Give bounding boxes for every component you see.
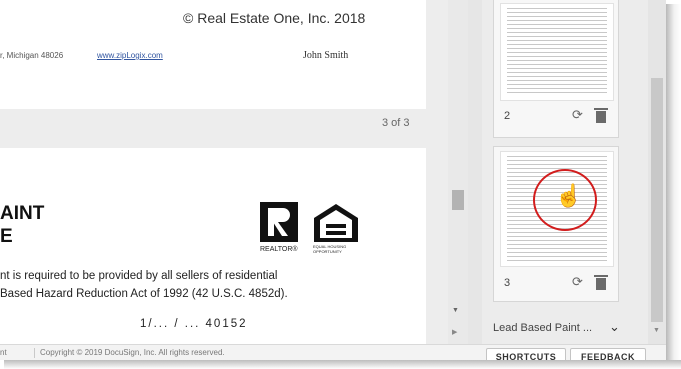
document-heading-line-2: E — [0, 226, 13, 247]
page-thumbnail-2[interactable]: 2 ⟳ — [493, 0, 619, 138]
thumbnail-page-number: 2 — [504, 110, 511, 122]
document-body-line-3: 1/... / ... 40152 — [140, 318, 248, 330]
document-select-dropdown[interactable]: Lead Based Paint ... ⌄ — [486, 318, 626, 338]
scroll-down-arrow-icon[interactable]: ▼ — [452, 307, 459, 314]
thumbnail-text-lines — [507, 8, 607, 96]
document-heading-line-1: AINT — [0, 203, 45, 224]
thumbnails-scrollbar-thumb[interactable] — [651, 78, 663, 322]
chevron-down-icon[interactable]: ⌄ — [609, 319, 620, 335]
trash-icon[interactable] — [594, 275, 608, 290]
document-body-line-1: nt is required to be provided by all sel… — [0, 270, 278, 282]
page-copyright: © Real Estate One, Inc. 2018 — [183, 10, 366, 26]
window-shadow-bottom — [4, 360, 681, 369]
window-shadow-right — [666, 4, 681, 369]
rotate-page-icon[interactable]: ⟳ — [572, 274, 583, 290]
footer-divider — [34, 348, 35, 358]
hand-pointer-icon: ☝ — [555, 183, 583, 208]
agent-name: John Smith — [303, 50, 349, 61]
page-thumbnail-3[interactable]: ☝ 3 ⟳ — [493, 146, 619, 302]
document-scrollbar[interactable]: ▼ — [448, 0, 468, 344]
feedback-button[interactable]: FEEDBACK — [570, 348, 646, 360]
scroll-down-arrow-icon[interactable]: ▼ — [653, 327, 660, 334]
page-thumbnails-panel: 2 ⟳ ☝ 3 ⟳ Lead Based Paint ... ⌄ — [482, 0, 648, 344]
app-window: © Real Estate One, Inc. 2018 r, Michigan… — [0, 0, 666, 360]
document-page-2-bottom: © Real Estate One, Inc. 2018 r, Michigan… — [0, 0, 426, 109]
scroll-right-arrow-icon[interactable]: ▶ — [452, 328, 457, 336]
page-address: r, Michigan 48026 — [0, 51, 64, 60]
footer-copyright: Copyright © 2019 DocuSign, Inc. All righ… — [40, 348, 225, 357]
thumbnail-preview[interactable] — [500, 3, 614, 101]
realtor-caption: REALTOR® — [260, 246, 298, 253]
realtor-logo-icon — [260, 202, 358, 242]
footer-left-text: nt — [0, 348, 7, 357]
document-body-line-2: Based Hazard Reduction Act of 1992 (42 U… — [0, 288, 288, 300]
thumbnail-page-number: 3 — [504, 277, 511, 289]
rotate-page-icon[interactable]: ⟳ — [572, 107, 583, 123]
thumbnail-preview[interactable]: ☝ — [500, 151, 614, 267]
trash-icon[interactable] — [594, 108, 608, 123]
realtor-eho-logos: REALTOR® EQUAL HOUSING OPPORTUNITY — [260, 200, 360, 256]
page-website-link[interactable]: www.zipLogix.com — [97, 51, 163, 60]
document-page-3: AINT E REALTOR® EQUAL HOUSING OPPORTUNIT… — [0, 148, 426, 344]
document-viewer[interactable]: © Real Estate One, Inc. 2018 r, Michigan… — [0, 0, 448, 344]
page-indicator: 3 of 3 — [382, 117, 410, 129]
document-scrollbar-thumb[interactable] — [452, 190, 464, 210]
footer-bar: nt Copyright © 2019 DocuSign, Inc. All r… — [0, 344, 666, 360]
equal-housing-caption: EQUAL HOUSING OPPORTUNITY — [313, 244, 347, 254]
thumbnails-scrollbar[interactable]: ▼ — [648, 0, 666, 344]
shortcuts-button[interactable]: SHORTCUTS — [486, 348, 566, 360]
document-select-label: Lead Based Paint ... — [493, 322, 593, 334]
